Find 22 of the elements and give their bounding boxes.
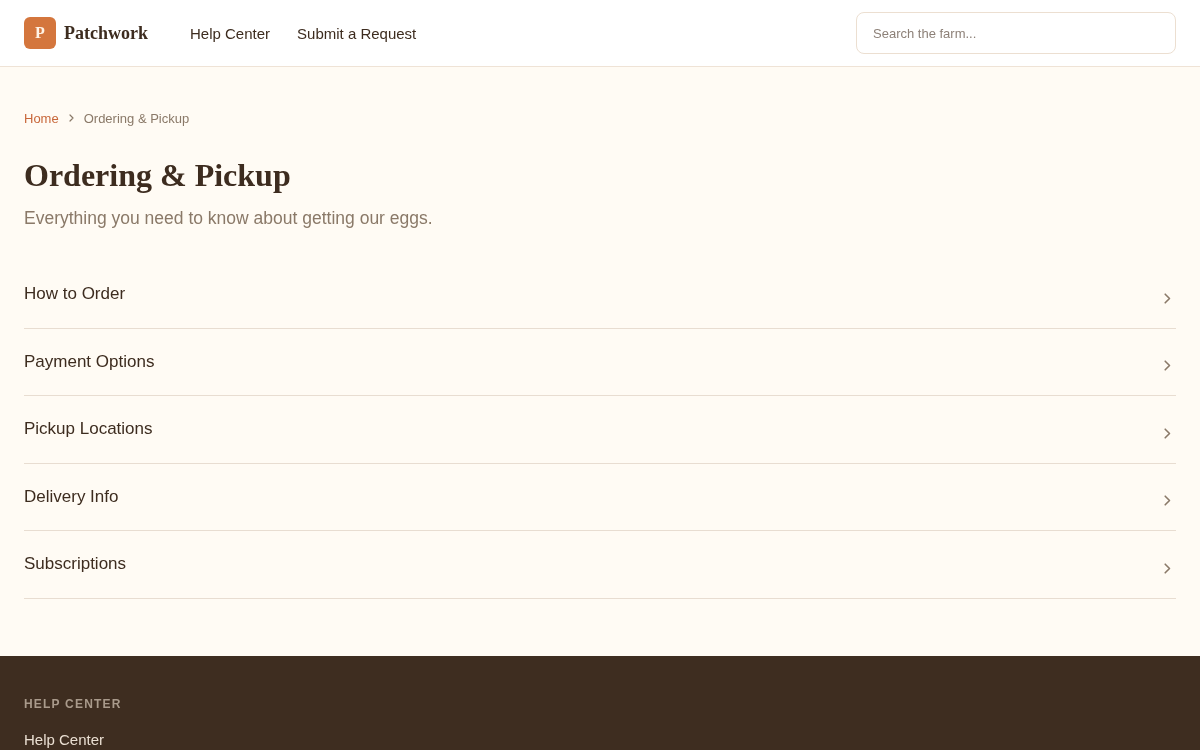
nav-link[interactable]: Submit a Request (297, 24, 417, 42)
topic-link[interactable]: Subscriptions (24, 531, 1176, 599)
chevron-icon (68, 114, 74, 122)
brand-name: Patchwork (64, 22, 148, 44)
chevron-icon (1164, 360, 1171, 372)
page-title: Ordering & Pickup (24, 156, 291, 195)
search-field[interactable]: Search the farm... (856, 12, 1176, 54)
footer-link[interactable]: Help Center (24, 730, 105, 749)
breadcrumb-current: Ordering & Pickup (83, 110, 190, 126)
chevron-icon (1164, 562, 1171, 574)
logo-mark: P (24, 17, 56, 49)
footer-heading: HELP CENTER (24, 695, 122, 712)
topic-link[interactable]: Delivery Info (24, 463, 1176, 531)
topic-link[interactable]: Payment Options (24, 328, 1176, 396)
breadcrumb-link[interactable]: Home (24, 110, 59, 126)
chevron-icon (1164, 292, 1171, 304)
chevron-icon (1164, 495, 1171, 507)
topic-link[interactable]: Pickup Locations (24, 396, 1176, 464)
topic-link[interactable]: How to Order (24, 261, 1176, 329)
nav-link[interactable]: Help Center (190, 24, 271, 42)
page-subtitle: Everything you need to know about getting our eggs. (24, 207, 433, 230)
chevron-icon (1164, 427, 1171, 439)
